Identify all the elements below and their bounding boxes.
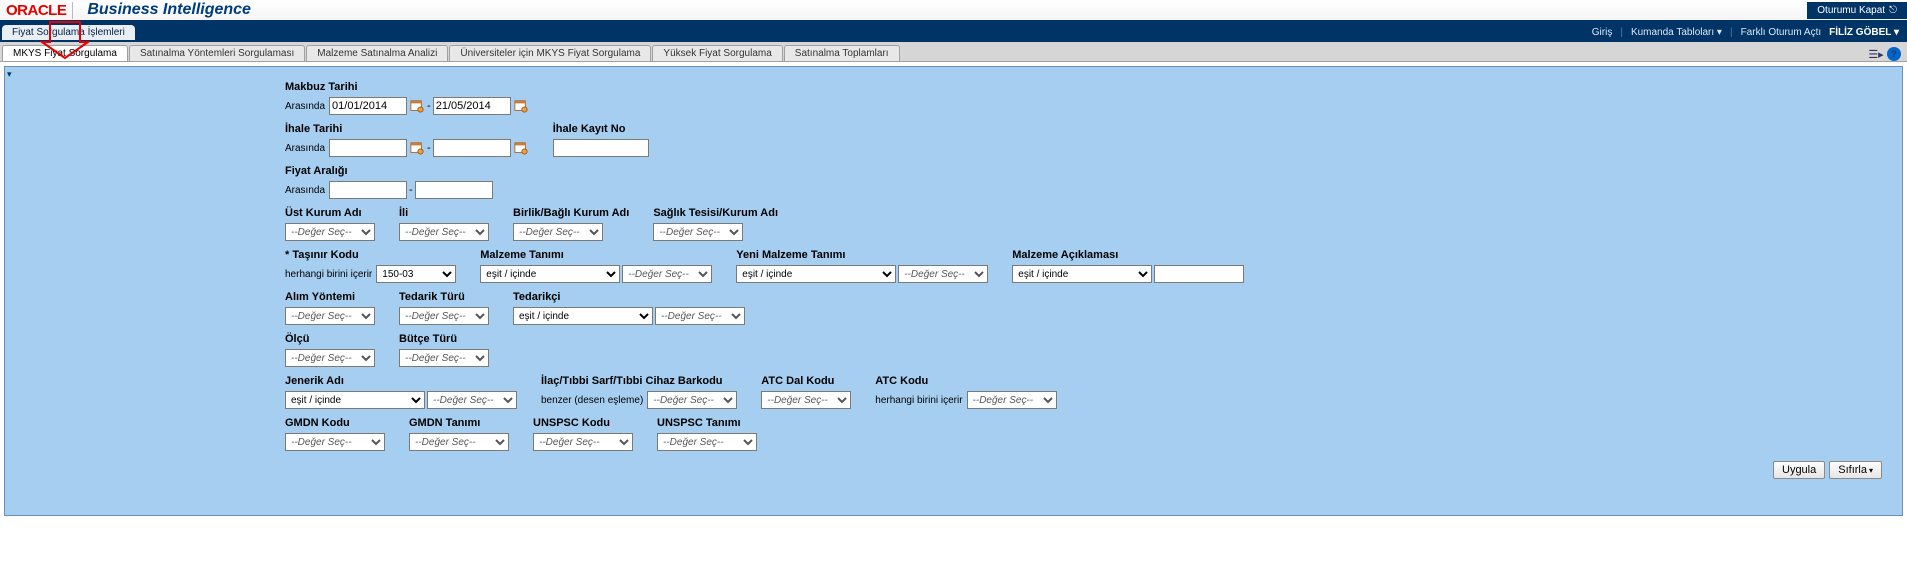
tab-mkys[interactable]: MKYS Fiyat Sorgulama: [2, 45, 128, 61]
app-title: Business Intelligence: [73, 1, 251, 19]
butce-turu-select[interactable]: --Değer Seç--: [399, 349, 489, 367]
olcu-select[interactable]: --Değer Seç--: [285, 349, 375, 367]
label-malzeme-tanimi: Malzeme Tanımı: [480, 249, 712, 261]
label-fiyat-araligi: Fiyat Aralığı: [285, 165, 493, 177]
unspsc-tanimi-select[interactable]: --Değer Seç--: [657, 433, 757, 451]
tab-satinalma-yontemleri[interactable]: Satınalma Yöntemleri Sorgulaması: [129, 45, 305, 61]
label-ili: İli: [399, 207, 489, 219]
malzeme-tanimi-select[interactable]: --Değer Seç--: [622, 265, 712, 283]
ust-kurum-select[interactable]: --Değer Seç--: [285, 223, 375, 241]
saglik-tesisi-select[interactable]: --Değer Seç--: [653, 223, 743, 241]
tasinir-select[interactable]: 150-03: [376, 265, 456, 283]
prefix-pattern: benzer (desen eşleme): [541, 395, 643, 406]
label-atc-kodu: ATC Kodu: [875, 375, 1056, 387]
prefix-arasinda: Arasında: [285, 101, 325, 112]
label-alim-yontemi: Alım Yöntemi: [285, 291, 375, 303]
label-tedarik-turu: Tedarik Türü: [399, 291, 489, 303]
barkod-select[interactable]: --Değer Seç--: [647, 391, 737, 409]
birlik-select[interactable]: --Değer Seç--: [513, 223, 603, 241]
gmdn-kodu-select[interactable]: --Değer Seç--: [285, 433, 385, 451]
malzeme-op-select[interactable]: eşit / içinde: [480, 265, 620, 283]
tab-strip: MKYS Fiyat Sorgulama Satınalma Yöntemler…: [0, 42, 1907, 62]
prefix-arasinda: Arasında: [285, 185, 325, 196]
tedarikci-op-select[interactable]: eşit / içinde: [513, 307, 653, 325]
nav-home[interactable]: Giriş: [1592, 27, 1613, 38]
malzeme-aciklama-op-select[interactable]: eşit / içinde: [1012, 265, 1152, 283]
makbuz-to-input[interactable]: [433, 97, 511, 115]
prefix-contains: herhangi birini içerir: [875, 395, 962, 406]
options-icon[interactable]: ☰▸: [1869, 47, 1883, 61]
label-jenerik: Jenerik Adı: [285, 375, 517, 387]
fiyat-from-input[interactable]: [329, 181, 407, 199]
label-tedarikci: Tedarikçi: [513, 291, 745, 303]
label-gmdn-tanimi: GMDN Tanımı: [409, 417, 509, 429]
prefix-arasinda: Arasında: [285, 143, 325, 154]
label-gmdn-kodu: GMDN Kodu: [285, 417, 385, 429]
makbuz-from-input[interactable]: [329, 97, 407, 115]
label-yeni-malzeme: Yeni Malzeme Tanımı: [736, 249, 988, 261]
prefix-contains: herhangi birini içerir: [285, 269, 372, 280]
label-malzeme-aciklama: Malzeme Açıklaması: [1012, 249, 1244, 261]
tedarik-turu-select[interactable]: --Değer Seç--: [399, 307, 489, 325]
label-tasinir: * Taşınır Kodu: [285, 249, 456, 261]
apply-button[interactable]: Uygula: [1773, 461, 1825, 479]
calendar-icon[interactable]: [409, 140, 425, 156]
help-icon[interactable]: ?: [1887, 47, 1901, 61]
malzeme-aciklama-input[interactable]: [1154, 265, 1244, 283]
top-bar: ORACLE Business Intelligence Oturumu Kap…: [0, 0, 1907, 22]
nav-dashboards[interactable]: Kumanda Tabloları ▾: [1631, 27, 1722, 38]
label-saglik-tesisi: Sağlık Tesisi/Kurum Adı: [653, 207, 778, 219]
gmdn-tanimi-select[interactable]: --Değer Seç--: [409, 433, 509, 451]
ihale-to-input[interactable]: [433, 139, 511, 157]
calendar-icon[interactable]: [513, 140, 529, 156]
label-ihale-kayit: İhale Kayıt No: [553, 123, 649, 135]
alim-yontemi-select[interactable]: --Değer Seç--: [285, 307, 375, 325]
tab-universiteler[interactable]: Üniversiteler için MKYS Fiyat Sorgulama: [449, 45, 651, 61]
dashboard-tab[interactable]: Fiyat Sorgulama İşlemleri: [2, 25, 135, 40]
label-unspsc-kodu: UNSPSC Kodu: [533, 417, 633, 429]
label-butce-turu: Bütçe Türü: [399, 333, 489, 345]
reset-button[interactable]: Sıfırla▾: [1829, 461, 1882, 479]
jenerik-select[interactable]: --Değer Seç--: [427, 391, 517, 409]
calendar-icon[interactable]: [513, 98, 529, 114]
label-barkod: İlaç/Tıbbi Sarf/Tıbbi Cihaz Barkodu: [541, 375, 737, 387]
label-ust-kurum: Üst Kurum Adı: [285, 207, 375, 219]
unspsc-kodu-select[interactable]: --Değer Seç--: [533, 433, 633, 451]
label-birlik: Birlik/Bağlı Kurum Adı: [513, 207, 629, 219]
jenerik-op-select[interactable]: eşit / içinde: [285, 391, 425, 409]
logout-link[interactable]: Oturumu Kapat: [1817, 5, 1885, 16]
nav-user[interactable]: FİLİZ GÖBEL ▾: [1829, 27, 1899, 38]
atc-dal-select[interactable]: --Değer Seç--: [761, 391, 851, 409]
tab-yuksek-fiyat[interactable]: Yüksek Fiyat Sorgulama: [652, 45, 782, 61]
label-atc-dal: ATC Dal Kodu: [761, 375, 851, 387]
oracle-logo: ORACLE: [0, 2, 73, 19]
prompt-panel: Makbuz Tarihi Arasında - İhale Tarihi Ar…: [4, 66, 1903, 516]
atc-kodu-select[interactable]: --Değer Seç--: [967, 391, 1057, 409]
label-ihale-tarihi: İhale Tarihi: [285, 123, 529, 135]
tab-malzeme-analizi[interactable]: Malzeme Satınalma Analizi: [306, 45, 448, 61]
ihale-kayit-input[interactable]: [553, 139, 649, 157]
ili-select[interactable]: --Değer Seç--: [399, 223, 489, 241]
tedarikci-select[interactable]: --Değer Seç--: [655, 307, 745, 325]
label-unspsc-tanimi: UNSPSC Tanımı: [657, 417, 757, 429]
nav-bar: Fiyat Sorgulama İşlemleri Giriş | Kumand…: [0, 22, 1907, 42]
calendar-icon[interactable]: [409, 98, 425, 114]
ihale-from-input[interactable]: [329, 139, 407, 157]
yeni-malzeme-select[interactable]: --Değer Seç--: [898, 265, 988, 283]
nav-acted-as: Farklı Oturum Açtı: [1741, 27, 1822, 38]
label-olcu: Ölçü: [285, 333, 375, 345]
label-makbuz-tarihi: Makbuz Tarihi: [285, 81, 529, 93]
yeni-malzeme-op-select[interactable]: eşit / içinde: [736, 265, 896, 283]
fiyat-to-input[interactable]: [415, 181, 493, 199]
top-right: Oturumu Kapat ⎋: [1807, 2, 1907, 19]
tab-satinalma-toplamlari[interactable]: Satınalma Toplamları: [784, 45, 900, 61]
logout-icon[interactable]: ⎋: [1889, 5, 1897, 16]
